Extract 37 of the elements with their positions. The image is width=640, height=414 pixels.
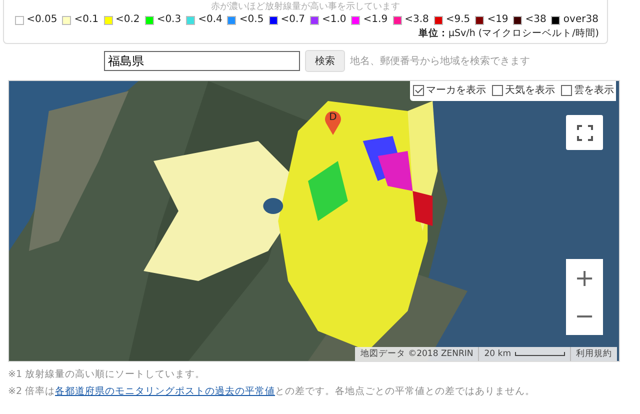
checkbox[interactable] — [561, 84, 572, 96]
legend-label: over38 — [563, 13, 598, 27]
fullscreen-button[interactable] — [566, 115, 603, 150]
checkbox-label[interactable]: 雲を表示 — [574, 83, 614, 97]
note-link[interactable]: 各都道府県のモニタリングポストの過去の平常値 — [55, 386, 276, 397]
legend-label: <0.05 — [26, 13, 58, 27]
terms-link[interactable]: 利用規約 — [570, 347, 617, 361]
legend-label: <0.3 — [156, 13, 182, 27]
legend-label: <0.2 — [116, 13, 140, 27]
map-data-credit: 地図データ ©2018 ZENRIN — [359, 348, 474, 361]
checkbox[interactable] — [492, 84, 503, 96]
checkbox-label[interactable]: 天気を表示 — [505, 83, 555, 97]
legend-label: <0.7 — [280, 13, 305, 27]
note-text: 倍率は各都道府県のモニタリングポストの過去の平常値 との差です。各地点ごとの平常値との差ではありません。 — [25, 386, 536, 398]
checkbox-label[interactable]: マーカを表示 — [426, 83, 486, 97]
legend-label: <38 — [525, 13, 546, 27]
legend-label: <0.5 — [239, 13, 264, 27]
search-button[interactable]: 検索 — [305, 50, 345, 72]
legend-label: <1.0 — [322, 13, 346, 27]
legend-label: <1.9 — [363, 13, 388, 27]
legend-label: <3.8 — [404, 13, 429, 27]
checkbox[interactable] — [413, 84, 424, 96]
legend-label: <9.5 — [446, 13, 470, 27]
note-mark: ※1 — [8, 369, 22, 381]
unit-label: 単位： — [418, 27, 448, 40]
note-text: 放射線量の高い順にソートしています。 — [25, 369, 206, 381]
scale-bar — [515, 352, 565, 356]
scale-label: 20 km — [484, 348, 511, 361]
legend-label: <0.1 — [74, 13, 99, 27]
note-mark: ※2 — [8, 386, 22, 398]
legend-caption: 赤が濃いほど放射線量が高い事を示しています — [210, 0, 401, 13]
legend-label: <19 — [487, 13, 508, 27]
legend-label: <0.4 — [198, 13, 222, 27]
fullscreen-icon — [576, 124, 592, 140]
unit-text: μSv/h (マイクロシーベルト/時間) — [448, 27, 599, 40]
search-hint: 地名、郵便番号から地域を検索できます — [350, 54, 530, 68]
search-field[interactable]: 福島県 — [104, 51, 300, 71]
